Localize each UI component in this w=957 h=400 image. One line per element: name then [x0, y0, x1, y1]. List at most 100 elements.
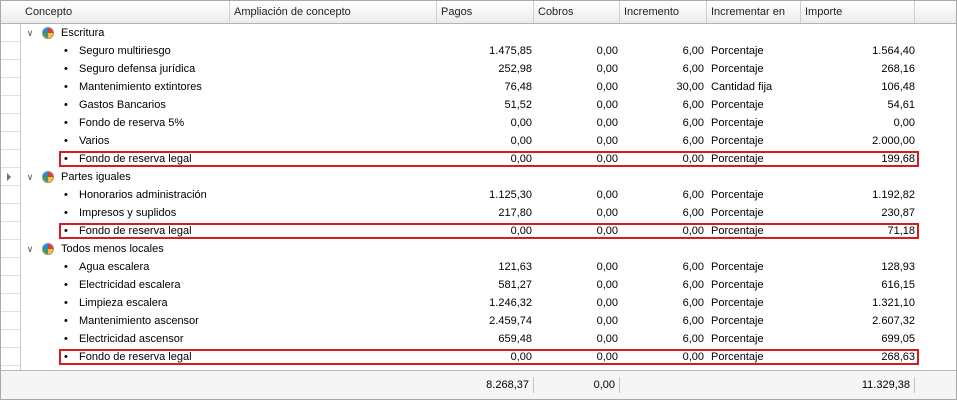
row-indicator-cell[interactable]: [1, 312, 20, 330]
cell-pagos: 51,52: [504, 99, 532, 111]
cell-concepto: Mantenimiento ascensor: [79, 315, 199, 327]
row-indicator-cell[interactable]: [1, 204, 20, 222]
cell-concepto: Fondo de reserva legal: [79, 225, 192, 237]
column-header-importe[interactable]: Importe: [801, 1, 915, 23]
bullet-icon: •: [64, 99, 68, 111]
row-indicator-cell[interactable]: [1, 132, 20, 150]
column-header-concepto[interactable]: Concepto: [21, 1, 230, 23]
cell-importe: 2.607,32: [872, 315, 915, 327]
cell-pagos: 0,00: [510, 153, 532, 165]
column-header-filler: [915, 1, 956, 23]
total-pagos: 8.268,37: [437, 377, 534, 393]
chevron-down-icon[interactable]: ∨: [25, 168, 35, 186]
cell-incremento: 6,00: [682, 135, 704, 147]
group-row[interactable]: ∨ Partes iguales: [21, 168, 956, 186]
table-row[interactable]: • Fondo de reserva legal 0,00 0,00 0,00 Porce…: [21, 150, 956, 168]
row-indicator-cell[interactable]: [1, 78, 20, 96]
cell-incrementar-en: Porcentaje: [711, 333, 764, 345]
table-row[interactable]: • Seguro defensa jurídica 252,98 0,00 6,00 Po…: [21, 60, 956, 78]
row-indicator-cell[interactable]: [1, 186, 20, 204]
table-row[interactable]: • Electricidad ascensor 659,48 0,00 6,00 Porc…: [21, 330, 956, 348]
cell-pagos: 581,27: [498, 279, 532, 291]
chevron-down-icon[interactable]: ∨: [25, 240, 35, 258]
cell-cobros: 0,00: [596, 333, 618, 345]
table-row[interactable]: • Agua escalera 121,63 0,00 6,00 Porcentaje 12…: [21, 258, 956, 276]
row-indicator-cell[interactable]: [1, 348, 20, 366]
cell-pagos: 0,00: [510, 135, 532, 147]
table-row[interactable]: • Varios 0,00 0,00 6,00 Porcentaje 2.000,00: [21, 132, 956, 150]
row-indicator-cell[interactable]: [1, 330, 20, 348]
column-header-incremento[interactable]: Incremento: [620, 1, 707, 23]
grid-header: Concepto Ampliación de concepto Pagos Co…: [1, 1, 956, 24]
cell-importe: 1.564,40: [872, 45, 915, 57]
cell-cobros: 0,00: [596, 135, 618, 147]
cell-incremento: 0,00: [682, 351, 704, 363]
column-header-incrementar-en[interactable]: Incrementar en: [707, 1, 801, 23]
table-row[interactable]: • Impresos y suplidos 217,80 0,00 6,00 Porcen…: [21, 204, 956, 222]
cell-cobros: 0,00: [596, 351, 618, 363]
cell-concepto: Honorarios administración: [79, 189, 207, 201]
table-row[interactable]: • Limpieza escalera 1.246,32 0,00 6,00 Porcen…: [21, 294, 956, 312]
row-indicator-cell[interactable]: [1, 24, 20, 42]
table-row[interactable]: • Seguro multiriesgo 1.475,85 0,00 6,00 Porce…: [21, 42, 956, 60]
cell-cobros: 0,00: [596, 45, 618, 57]
cell-incremento: 0,00: [682, 225, 704, 237]
column-header-pagos[interactable]: Pagos: [437, 1, 534, 23]
table-row[interactable]: • Fondo de reserva 5% 0,00 0,00 6,00 Porcenta…: [21, 114, 956, 132]
row-indicator-arrow-icon: [7, 173, 11, 181]
row-indicator-cell[interactable]: [1, 294, 20, 312]
cell-incremento: 6,00: [682, 279, 704, 291]
table-row[interactable]: • Electricidad escalera 581,27 0,00 6,00 Porc…: [21, 276, 956, 294]
row-indicator-cell[interactable]: [1, 168, 20, 186]
cell-importe: 1.192,82: [872, 189, 915, 201]
row-indicator-cell[interactable]: [1, 114, 20, 132]
row-indicator-cell[interactable]: [1, 60, 20, 78]
cell-cobros: 0,00: [596, 63, 618, 75]
cell-importe: 230,87: [881, 207, 915, 219]
cell-incrementar-en: Porcentaje: [711, 63, 764, 75]
cell-incremento: 6,00: [682, 63, 704, 75]
cell-pagos: 2.459,74: [489, 315, 532, 327]
row-indicator-cell[interactable]: [1, 240, 20, 258]
cell-incremento: 6,00: [682, 99, 704, 111]
table-row[interactable]: • Mantenimiento ascensor 2.459,74 0,00 6,00 P…: [21, 312, 956, 330]
column-header-ampliacion[interactable]: Ampliación de concepto: [230, 1, 437, 23]
group-row[interactable]: ∨ Escritura: [21, 24, 956, 42]
column-header-cobros[interactable]: Cobros: [534, 1, 620, 23]
cell-pagos: 0,00: [510, 117, 532, 129]
chevron-down-icon[interactable]: ∨: [25, 24, 35, 42]
table-row[interactable]: • Fondo de reserva legal 0,00 0,00 0,00 Porce…: [21, 348, 956, 366]
cell-importe: 2.000,00: [872, 135, 915, 147]
cell-cobros: 0,00: [596, 225, 618, 237]
row-indicator-cell[interactable]: [1, 42, 20, 60]
cell-pagos: 0,00: [510, 225, 532, 237]
row-indicator-cell[interactable]: [1, 258, 20, 276]
cell-concepto: Seguro defensa jurídica: [79, 63, 196, 75]
group-pie-icon: [42, 243, 54, 255]
bullet-icon: •: [64, 153, 68, 165]
table-row[interactable]: • Gastos Bancarios 51,52 0,00 6,00 Porcentaje…: [21, 96, 956, 114]
bullet-icon: •: [64, 225, 68, 237]
cell-incremento: 6,00: [682, 189, 704, 201]
table-row[interactable]: • Mantenimiento extintores 76,48 0,00 30,00 C…: [21, 78, 956, 96]
cell-incremento: 30,00: [676, 81, 704, 93]
row-indicator-cell[interactable]: [1, 276, 20, 294]
cell-importe: 699,05: [881, 333, 915, 345]
row-indicator-cell[interactable]: [1, 222, 20, 240]
bullet-icon: •: [64, 81, 68, 93]
row-indicator-cell[interactable]: [1, 150, 20, 168]
group-label: Escritura: [61, 27, 105, 39]
cell-concepto: Impresos y suplidos: [79, 207, 177, 219]
cell-cobros: 0,00: [596, 279, 618, 291]
cell-pagos: 659,48: [498, 333, 532, 345]
cell-cobros: 0,00: [596, 297, 618, 309]
cell-concepto: Seguro multiriesgo: [79, 45, 171, 57]
cell-incrementar-en: Porcentaje: [711, 99, 764, 111]
row-indicator-cell[interactable]: [1, 96, 20, 114]
table-row[interactable]: • Honorarios administración 1.125,30 0,00 6,…: [21, 186, 956, 204]
group-row[interactable]: ∨ Todos menos locales: [21, 240, 956, 258]
cell-concepto: Fondo de reserva 5%: [79, 117, 185, 129]
cell-importe: 54,61: [887, 99, 915, 111]
table-row[interactable]: • Fondo de reserva legal 0,00 0,00 0,00 Porce…: [21, 222, 956, 240]
cell-pagos: 121,63: [498, 261, 532, 273]
